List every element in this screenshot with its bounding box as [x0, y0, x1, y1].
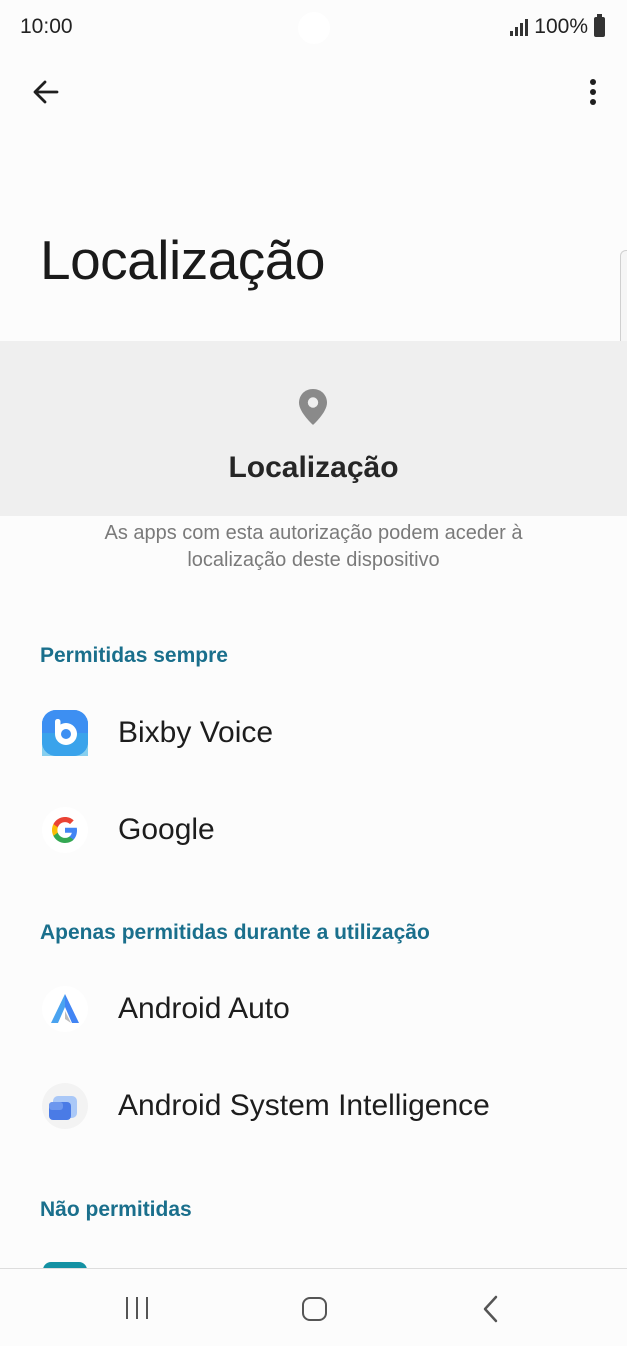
battery-icon: [594, 14, 605, 37]
app-row-android-auto[interactable]: Android Auto: [0, 964, 627, 1054]
app-label: Bixby Voice: [118, 716, 274, 749]
battery-percent: 100%: [534, 15, 588, 38]
recent-apps-icon[interactable]: [126, 1297, 148, 1319]
camera-cutout: [298, 12, 330, 44]
section-header-while-in-use: Apenas permitidas durante a utilização: [40, 921, 430, 944]
status-time: 10:00: [20, 15, 73, 38]
description-text: As apps com esta autorização podem acede…: [104, 522, 523, 571]
android-auto-icon: [42, 986, 88, 1032]
app-label: Android System Intelligence: [118, 1089, 490, 1122]
navigation-bar: [0, 1268, 627, 1346]
home-icon[interactable]: [302, 1297, 327, 1321]
header-card: [0, 341, 627, 516]
section-header-not-allowed: Não permitidas: [40, 1198, 192, 1221]
app-row-android-system-intelligence[interactable]: Android System Intelligence: [0, 1061, 627, 1151]
arrow-left-icon: [33, 80, 59, 104]
header-card-title: Localização: [228, 451, 399, 484]
android-system-intelligence-icon: [42, 1083, 88, 1129]
more-vert-icon: [590, 79, 596, 105]
more-options-button[interactable]: [573, 68, 613, 116]
app-row-bixby-voice[interactable]: Bixby Voice: [0, 688, 627, 778]
app-row-google[interactable]: Google: [0, 785, 627, 875]
back-button[interactable]: [22, 68, 70, 116]
location-pin-icon: [299, 389, 327, 425]
page-title: Localização: [40, 229, 325, 291]
toolbar: [0, 60, 627, 120]
back-icon[interactable]: [482, 1295, 498, 1323]
bixby-voice-icon: [42, 710, 88, 756]
signal-icon: [510, 18, 529, 36]
google-icon: [42, 807, 88, 853]
app-label: Android Auto: [118, 992, 290, 1025]
status-bar: 10:00 100%: [0, 0, 627, 56]
section-header-always: Permitidas sempre: [40, 644, 228, 667]
status-indicators: 100%: [510, 14, 605, 39]
app-label: Google: [118, 813, 215, 846]
